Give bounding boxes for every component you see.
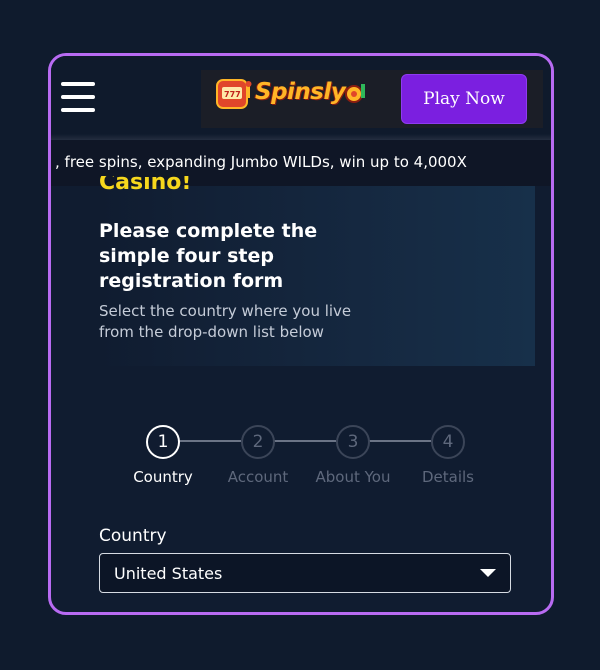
slot-machine-icon: 777 bbox=[216, 79, 252, 109]
step-2-label: Account bbox=[227, 468, 289, 486]
svg-text:777: 777 bbox=[224, 90, 241, 99]
country-select[interactable]: United States bbox=[99, 553, 511, 593]
step-3-circle[interactable]: 3 bbox=[336, 425, 370, 459]
spinsly-logo[interactable]: 777 Spinsly bbox=[211, 74, 371, 114]
logo-sparkle-icon bbox=[345, 84, 365, 103]
hero-heading-clip: Casino! bbox=[99, 176, 299, 206]
step-connector bbox=[178, 440, 241, 442]
hero-description: Select the country where you live from t… bbox=[99, 302, 352, 341]
step-1-circle[interactable]: 1 bbox=[146, 425, 180, 459]
country-selected-value: United States bbox=[114, 564, 223, 583]
logo-text: Spinsly bbox=[255, 79, 346, 105]
hero-subheading: Please complete the simple four step reg… bbox=[99, 220, 318, 292]
play-now-button[interactable]: Play Now bbox=[401, 74, 527, 124]
hamburger-menu-icon[interactable] bbox=[61, 82, 95, 112]
step-3-label: About You bbox=[315, 468, 391, 486]
step-4-circle[interactable]: 4 bbox=[431, 425, 465, 459]
step-connector bbox=[273, 440, 336, 442]
step-4-label: Details bbox=[421, 468, 474, 486]
ticker-text: , free spins, expanding Jumbo WILDs, win… bbox=[55, 153, 467, 171]
top-bar: 777 Spinsly Play Now bbox=[51, 56, 551, 138]
phone-frame: 777 Spinsly Play Now , free spins, expan… bbox=[48, 53, 554, 615]
registration-stepper: 1 2 3 4 Country Account About You Detail… bbox=[51, 421, 551, 501]
caret-down-icon bbox=[480, 569, 496, 577]
hero-heading: Casino! bbox=[99, 176, 192, 195]
step-connector bbox=[368, 440, 431, 442]
country-field-label: Country bbox=[99, 526, 167, 546]
step-2-circle[interactable]: 2 bbox=[241, 425, 275, 459]
step-1-label: Country bbox=[133, 468, 193, 486]
